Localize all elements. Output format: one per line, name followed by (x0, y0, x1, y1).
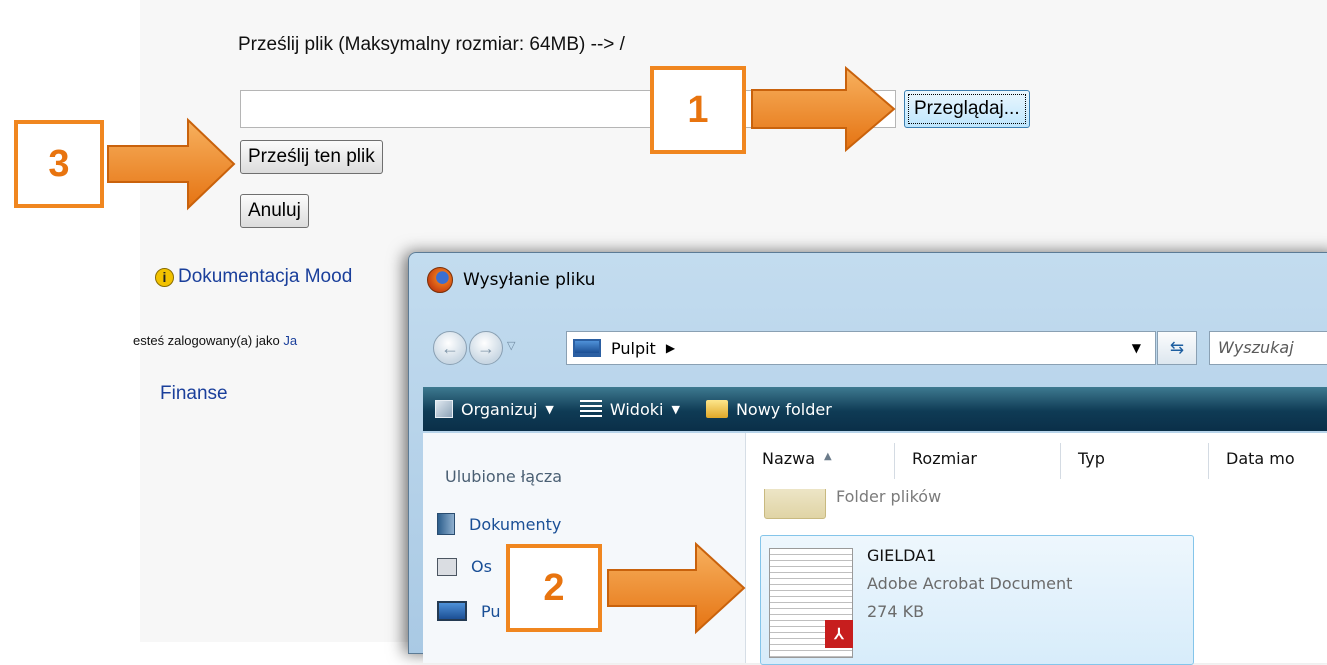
address-dropdown-icon[interactable]: ▼ (1132, 341, 1141, 355)
folder-item[interactable] (754, 489, 844, 519)
column-divider[interactable] (1208, 443, 1209, 479)
column-header-date[interactable]: Data mo (1226, 449, 1295, 468)
favorite-computer[interactable]: Os (437, 557, 492, 576)
history-dropdown-icon[interactable]: ▽ (507, 339, 515, 352)
desktop-icon (437, 601, 467, 621)
callout-arrow-1-icon (751, 65, 896, 153)
favorite-label: Pu (481, 601, 501, 621)
views-icon (579, 400, 602, 418)
file-type: Adobe Acrobat Document (867, 574, 1073, 593)
browse-button-label: Przeglądaj... (908, 94, 1026, 124)
callout-arrow-3-icon (107, 117, 236, 211)
desktop-icon (573, 339, 601, 357)
dialog-title: Wysyłanie pliku (463, 270, 596, 290)
new-folder-icon (705, 400, 728, 418)
dialog-title-bar: Wysyłanie pliku (427, 267, 595, 293)
logged-in-prefix: esteś zalogowany(a) jako (133, 333, 284, 348)
upload-title: Prześlij plik (Maksymalny rozmiar: 64MB)… (238, 34, 625, 55)
file-name: GIELDA1 (867, 546, 937, 565)
firefox-icon (427, 267, 453, 293)
documents-icon (437, 513, 455, 535)
moodle-docs-link[interactable]: i Dokumentacja Mood (155, 266, 352, 288)
callout-step-2: 2 (506, 544, 602, 632)
favorite-documents[interactable]: Dokumenty (437, 513, 561, 535)
column-label: Nazwa (762, 449, 816, 468)
callout-arrow-2-icon (607, 541, 746, 635)
address-location: Pulpit (611, 338, 656, 358)
chevron-down-icon: ▼ (545, 402, 554, 416)
refresh-button[interactable]: ⇆ (1157, 331, 1197, 365)
favorites-heading: Ulubione łącza (445, 467, 563, 486)
back-button[interactable]: ← (433, 331, 467, 365)
cancel-button[interactable]: Anuluj (240, 194, 309, 228)
views-label: Widoki (609, 399, 664, 419)
organize-label: Organizuj (461, 399, 538, 419)
file-item-selected[interactable]: ⅄ GIELDA1 Adobe Acrobat Document 274 KB (760, 535, 1194, 665)
new-folder-label: Nowy folder (735, 399, 832, 419)
refresh-icon: ⇆ (1169, 338, 1185, 357)
logged-in-text: esteś zalogowany(a) jako Ja (133, 333, 297, 348)
callout-step-3: 3 (14, 120, 104, 208)
column-header-type[interactable]: Typ (1078, 449, 1105, 468)
folder-caption: Folder plików (836, 487, 942, 506)
file-list: ▲ Nazwa Rozmiar Typ Data mo Folder plikó… (746, 433, 1327, 665)
course-link[interactable]: Finanse (160, 383, 228, 405)
callout-step-1: 1 (650, 66, 746, 154)
computer-icon (437, 557, 457, 576)
chevron-down-icon: ▼ (671, 402, 680, 416)
column-header-name[interactable]: ▲ Nazwa (762, 449, 832, 468)
browse-button[interactable]: Przeglądaj... (904, 90, 1030, 128)
back-arrow-icon: ← (441, 337, 459, 358)
favorite-desktop[interactable]: Pu (437, 601, 501, 621)
moodle-docs-label: Dokumentacja Mood (178, 266, 353, 287)
column-header-size[interactable]: Rozmiar (912, 449, 977, 468)
info-icon: i (155, 267, 174, 287)
column-divider[interactable] (1060, 443, 1061, 479)
forward-button[interactable]: → (469, 331, 503, 365)
views-menu[interactable]: Widoki ▼ (579, 399, 680, 419)
acrobat-icon: ⅄ (825, 620, 853, 648)
user-link[interactable]: Ja (283, 333, 297, 348)
organize-menu[interactable]: Organizuj ▼ (435, 400, 554, 419)
breadcrumb-arrow-icon[interactable]: ▶ (666, 341, 675, 355)
favorite-label: Dokumenty (469, 514, 562, 534)
forward-arrow-icon: → (477, 337, 495, 358)
file-size: 274 KB (867, 602, 925, 621)
sort-arrow-icon: ▲ (824, 451, 832, 462)
upload-file-button[interactable]: Prześlij ten plik (240, 140, 383, 174)
dialog-toolbar: Organizuj ▼ Widoki ▼ Nowy folder (423, 387, 1327, 431)
favorite-label: Os (471, 557, 492, 576)
address-bar[interactable]: Pulpit ▶ ▼ (566, 331, 1156, 365)
column-divider[interactable] (894, 443, 895, 479)
new-folder-button[interactable]: Nowy folder (705, 399, 832, 419)
folder-icon (764, 489, 826, 519)
search-input[interactable]: Wyszukaj (1209, 331, 1327, 365)
organize-icon (435, 400, 453, 418)
